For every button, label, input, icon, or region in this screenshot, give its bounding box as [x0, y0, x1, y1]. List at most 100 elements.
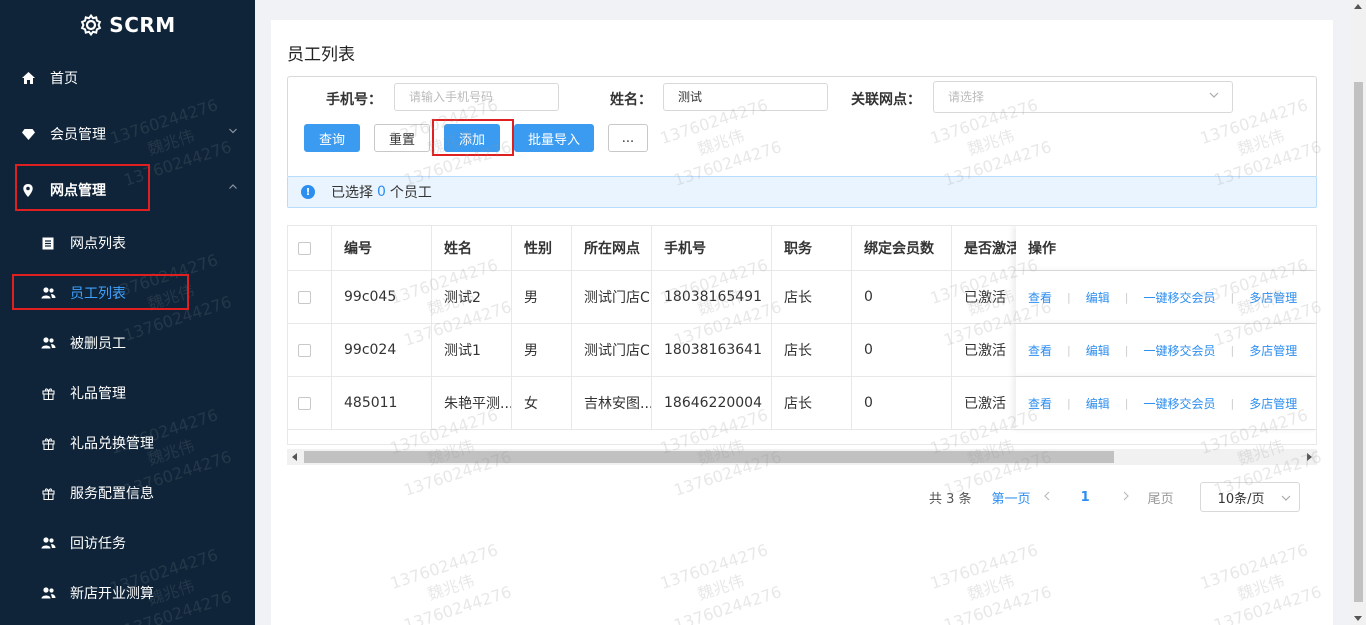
multi-store-link[interactable]: 多店管理	[1249, 395, 1297, 412]
sidebar-item-branch-list[interactable]: 网点列表	[0, 223, 255, 263]
multi-store-link[interactable]: 多店管理	[1249, 289, 1297, 306]
pagination-first[interactable]: 第一页	[992, 488, 1031, 507]
edit-link[interactable]: 编辑	[1086, 342, 1110, 359]
pagination-next-icon[interactable]	[1122, 490, 1130, 505]
batch-import-button[interactable]: 批量导入	[514, 124, 594, 152]
header-role[interactable]: 职务	[772, 226, 852, 270]
pagination-total: 共 3 条	[929, 491, 972, 507]
filter-panel: 手机号： 请输入手机号码 姓名： 测试 关联网点： 请选择 查询 重置 添加 批…	[287, 76, 1317, 178]
list-icon	[40, 235, 56, 251]
sidebar-item-home[interactable]: 首页	[0, 58, 255, 98]
location-pin-icon	[20, 182, 36, 198]
chevron-down-icon	[1281, 495, 1291, 501]
more-button[interactable]: ...	[608, 124, 648, 152]
reset-button[interactable]: 重置	[374, 124, 430, 152]
sidebar-item-service-config[interactable]: 服务配置信息	[0, 473, 255, 513]
action-separator: |	[1124, 343, 1129, 357]
view-link[interactable]: 查看	[1028, 342, 1052, 359]
page-vertical-scrollbar[interactable]	[1351, 0, 1366, 625]
header-name[interactable]: 姓名	[432, 226, 512, 270]
sidebar-item-staff-list[interactable]: 员工列表	[0, 273, 255, 313]
sidebar-item-label: 礼品管理	[70, 386, 126, 402]
cell-name: 测试1	[432, 324, 512, 376]
pagination: 共 3 条 第一页 1 尾页 10条/页	[929, 482, 1300, 512]
cell-branch: 测试门店C	[572, 324, 652, 376]
gift-icon	[40, 485, 56, 501]
scroll-left-icon[interactable]	[292, 453, 297, 461]
chevron-up-icon	[229, 184, 237, 189]
name-input[interactable]: 测试	[663, 83, 828, 111]
scroll-up-icon[interactable]	[1354, 4, 1362, 9]
sidebar-item-members[interactable]: 会员管理	[0, 114, 255, 154]
sidebar-item-label: 网点管理	[50, 183, 106, 199]
pagination-prev-icon[interactable]	[1043, 490, 1051, 505]
header-branch[interactable]: 所在网点	[572, 226, 652, 270]
header-gender[interactable]: 性别	[512, 226, 572, 270]
row-checkbox[interactable]	[298, 290, 311, 304]
sidebar-item-followup-tasks[interactable]: 回访任务	[0, 523, 255, 563]
page-size-select[interactable]: 10条/页	[1199, 482, 1300, 512]
row-actions: 查看 | 编辑 | 一键移交会员 | 多店管理	[1016, 271, 1316, 323]
sidebar-item-label: 首页	[50, 71, 78, 87]
view-link[interactable]: 查看	[1028, 289, 1052, 306]
cell-role: 店长	[772, 324, 852, 376]
action-separator: |	[1124, 290, 1129, 304]
chevron-down-icon	[229, 128, 237, 134]
name-label: 姓名：	[610, 92, 652, 108]
scrollbar-thumb[interactable]	[304, 451, 1114, 463]
sidebar-item-label: 会员管理	[50, 127, 106, 143]
header-phone[interactable]: 手机号	[652, 226, 772, 270]
selection-suffix: 个员工	[389, 185, 432, 201]
sidebar-item-gift-exchange[interactable]: 礼品兑换管理	[0, 423, 255, 463]
cell-gender: 男	[512, 324, 572, 376]
action-separator: |	[1230, 396, 1235, 410]
cell-id: 485011	[332, 377, 432, 429]
select-all-cell	[288, 226, 332, 270]
gift-icon	[40, 435, 56, 451]
scrollbar-thumb[interactable]	[1354, 82, 1363, 602]
app-name: SCRM	[109, 13, 176, 37]
cell-phone: 18646220004	[652, 377, 772, 429]
info-icon: !	[301, 185, 315, 199]
cell-gender: 女	[512, 377, 572, 429]
sidebar-item-gift-management[interactable]: 礼品管理	[0, 373, 255, 413]
select-all-checkbox[interactable]	[298, 241, 311, 255]
header-id[interactable]: 编号	[332, 226, 432, 270]
cell-role: 店长	[772, 377, 852, 429]
edit-link[interactable]: 编辑	[1086, 395, 1110, 412]
edit-link[interactable]: 编辑	[1086, 289, 1110, 306]
cell-phone: 18038165491	[652, 271, 772, 323]
pagination-current-page[interactable]: 1	[1081, 490, 1090, 505]
cell-phone: 18038163641	[652, 324, 772, 376]
app-logo[interactable]: SCRM	[0, 0, 255, 50]
pagination-last[interactable]: 尾页	[1148, 488, 1174, 507]
page-size-value: 10条/页	[1217, 491, 1265, 507]
scroll-right-icon[interactable]	[1307, 453, 1312, 461]
scroll-down-icon[interactable]	[1354, 616, 1362, 621]
add-button[interactable]: 添加	[444, 124, 500, 152]
header-members[interactable]: 绑定会员数	[852, 226, 952, 270]
table-horizontal-scrollbar[interactable]	[287, 449, 1317, 465]
phone-input[interactable]: 请输入手机号码	[394, 83, 559, 111]
query-button[interactable]: 查询	[304, 124, 360, 152]
table-header-row: 编号 姓名 性别 所在网点 手机号 职务 绑定会员数 是否激活 操作	[288, 226, 1316, 271]
transfer-members-link[interactable]: 一键移交会员	[1143, 342, 1215, 359]
cell-id: 99c024	[332, 324, 432, 376]
branch-select[interactable]: 请选择	[933, 81, 1233, 113]
view-link[interactable]: 查看	[1028, 395, 1052, 412]
page-title: 员工列表	[287, 45, 355, 65]
sidebar-item-deleted-staff[interactable]: 被删员工	[0, 323, 255, 363]
row-checkbox[interactable]	[298, 343, 311, 357]
row-select-cell	[288, 377, 332, 429]
sidebar-item-branch-management[interactable]: 网点管理	[0, 170, 255, 210]
multi-store-link[interactable]: 多店管理	[1249, 342, 1297, 359]
main-content: 员工列表 手机号： 请输入手机号码 姓名： 测试 关联网点： 请选择 查询 重置…	[255, 0, 1351, 625]
row-select-cell	[288, 324, 332, 376]
staff-table: 编号 姓名 性别 所在网点 手机号 职务 绑定会员数 是否激活 操作 99c04…	[287, 225, 1317, 445]
sidebar-item-new-store-calc[interactable]: 新店开业测算	[0, 573, 255, 613]
transfer-members-link[interactable]: 一键移交会员	[1143, 289, 1215, 306]
gift-icon	[40, 385, 56, 401]
phone-label: 手机号：	[326, 92, 382, 108]
row-checkbox[interactable]	[298, 396, 311, 410]
transfer-members-link[interactable]: 一键移交会员	[1143, 395, 1215, 412]
